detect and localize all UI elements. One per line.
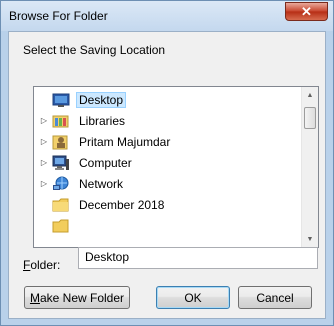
libraries-icon [52, 113, 70, 129]
ok-label: OK [184, 290, 202, 305]
tree-item-computer[interactable]: ▷ Computer [34, 152, 302, 173]
folder-icon [52, 197, 70, 213]
folder-icon [52, 218, 70, 234]
desktop-icon [52, 92, 70, 108]
make-new-folder-label: ake New Folder [39, 290, 125, 305]
tree-item-label: Computer [79, 155, 132, 170]
tree-item-libraries[interactable]: ▷ Libraries [34, 110, 302, 131]
tree-item-december-2018[interactable]: December 2018 [34, 194, 302, 215]
prompt-text: Select the Saving Location [23, 43, 166, 57]
expand-arrow-icon[interactable]: ▷ [38, 179, 50, 188]
ok-button[interactable]: OK [156, 286, 230, 309]
tree-item-user[interactable]: ▷ Pritam Majumdar [34, 131, 302, 152]
tree-item-partial[interactable] [34, 215, 302, 236]
folder-input[interactable]: Desktop [78, 247, 318, 269]
expand-arrow-icon[interactable]: ▷ [38, 158, 50, 167]
tree-item-network[interactable]: ▷ Network [34, 173, 302, 194]
computer-icon [52, 155, 70, 171]
cancel-label: Cancel [256, 290, 294, 305]
scroll-thumb[interactable] [304, 107, 316, 129]
folder-label-text: older: [30, 258, 61, 272]
tree-item-label: December 2018 [79, 197, 165, 212]
tree-item-desktop[interactable]: Desktop [34, 89, 302, 110]
folder-tree[interactable]: Desktop ▷ Libraries ▷ Pritam Majumdar ▷ [33, 86, 319, 248]
scroll-up-icon[interactable]: ▲ [302, 87, 318, 103]
browse-for-folder-dialog: Browse For Folder ✕ Select the Saving Lo… [0, 0, 334, 326]
expand-arrow-icon[interactable]: ▷ [38, 116, 50, 125]
tree-item-label: Desktop [76, 91, 127, 108]
network-icon [52, 176, 70, 192]
tree-item-label: Libraries [79, 113, 126, 128]
expand-arrow-icon[interactable]: ▷ [38, 137, 50, 146]
title-bar[interactable]: Browse For Folder ✕ [1, 1, 333, 31]
window-title: Browse For Folder [9, 9, 108, 23]
dialog-client-area: Select the Saving Location Desktop ▷ Lib… [8, 31, 326, 319]
make-new-folder-mnemonic: M [29, 290, 40, 305]
cancel-button[interactable]: Cancel [238, 286, 312, 309]
user-folder-icon [52, 134, 70, 150]
close-icon: ✕ [301, 3, 312, 19]
tree-item-label: Pritam Majumdar [79, 134, 171, 149]
make-new-folder-button[interactable]: Make New Folder [24, 286, 130, 309]
folder-label: Folder: [23, 258, 60, 272]
scroll-down-icon[interactable]: ▼ [302, 231, 318, 247]
close-button[interactable]: ✕ [285, 2, 328, 21]
tree-item-label: Network [79, 176, 124, 191]
vertical-scrollbar[interactable]: ▲ ▼ [301, 87, 318, 247]
